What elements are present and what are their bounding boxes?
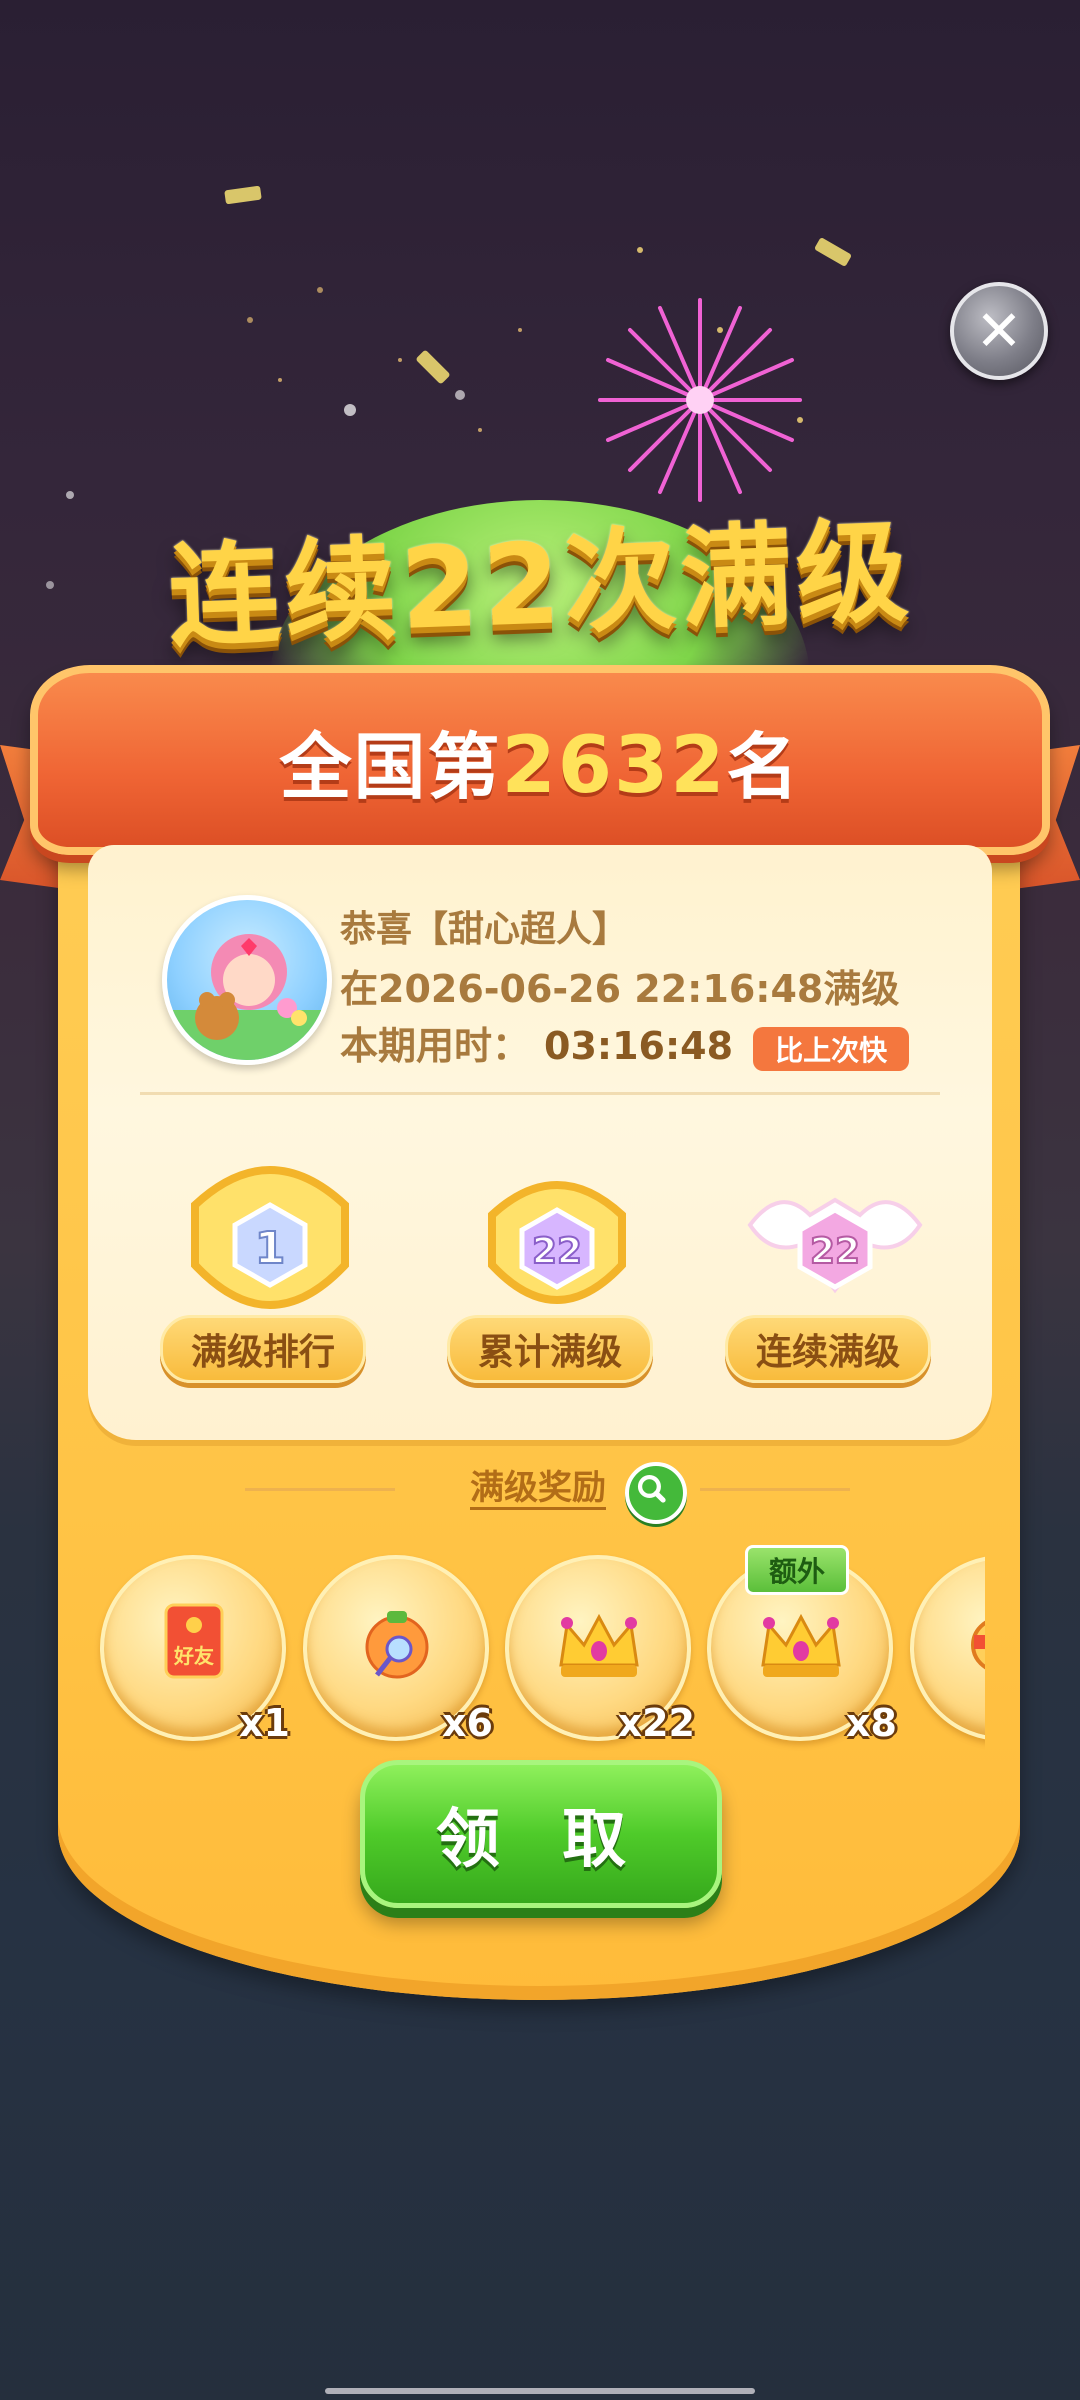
- red-envelope-icon: 好友: [164, 1603, 224, 1679]
- extra-tag: 额外: [745, 1545, 849, 1595]
- reward-divider-left: [245, 1488, 395, 1491]
- rank-text: 全国第2632名: [279, 708, 800, 813]
- rank-suffix: 名: [726, 724, 801, 809]
- reward-count: x6: [442, 1701, 493, 1745]
- badge-value: 22: [810, 1231, 860, 1272]
- reward-divider-right: [700, 1488, 850, 1491]
- rank-number: 2632: [501, 720, 727, 811]
- duration-row: 本期用时： 03:16:48 比上次快: [340, 1015, 910, 1071]
- completion-time-text: 在2026-06-26 22:16:48满级: [340, 967, 900, 1011]
- crown-icon: [761, 1613, 841, 1677]
- rank-banner: 全国第2632名: [30, 665, 1050, 855]
- duration-label: 本期用时：: [340, 1024, 531, 1068]
- streak-headline: 连续22次满级: [166, 507, 915, 663]
- badge-label: 满级排行: [160, 1315, 366, 1383]
- badge-ranking[interactable]: 1 满级排行: [150, 1145, 390, 1405]
- badge-streak[interactable]: 22 连续满级: [715, 1145, 955, 1405]
- magnifier-icon[interactable]: [625, 1462, 687, 1524]
- rewards-title: 满级奖励: [470, 1468, 606, 1508]
- rank-prefix: 全国第: [279, 724, 502, 809]
- total-shield-icon: 22: [488, 1181, 626, 1304]
- badge-label: 累计满级: [447, 1315, 653, 1383]
- magic-wand-icon: [365, 1611, 429, 1679]
- home-indicator[interactable]: [325, 2388, 755, 2394]
- firework-icon: [598, 298, 802, 502]
- reward-item[interactable]: x22: [505, 1555, 695, 1745]
- ranking-shield-icon: 1: [191, 1166, 349, 1309]
- partial-reward-icon: [971, 1620, 985, 1670]
- svg-text:好友: 好友: [173, 1644, 214, 1668]
- reward-item[interactable]: [910, 1555, 985, 1741]
- badge-label: 连续满级: [725, 1315, 931, 1383]
- duration-value: 03:16:48: [544, 1024, 734, 1068]
- reward-strip[interactable]: 好友 x1 x6 x22 x8: [85, 1535, 985, 1755]
- streak-shield-icon: 22: [747, 1197, 923, 1294]
- faster-badge: 比上次快: [753, 1026, 910, 1071]
- avatar-character-icon: [167, 934, 327, 1060]
- divider: [140, 1092, 940, 1095]
- close-icon[interactable]: ✕: [950, 282, 1048, 380]
- claim-button[interactable]: 领 取: [360, 1760, 722, 1908]
- reward-item[interactable]: 好友 x1: [100, 1555, 290, 1745]
- reward-item[interactable]: x6: [303, 1555, 493, 1745]
- congrats-text: 恭喜【甜心超人】: [340, 909, 629, 950]
- reward-count: x22: [617, 1701, 695, 1745]
- reward-count: x1: [239, 1701, 290, 1745]
- reward-count: x8: [846, 1701, 897, 1745]
- crown-icon: [559, 1613, 639, 1677]
- avatar[interactable]: [162, 895, 332, 1065]
- badge-total[interactable]: 22 累计满级: [437, 1145, 677, 1405]
- badge-value: 22: [532, 1231, 582, 1272]
- badge-value: 1: [255, 1223, 286, 1274]
